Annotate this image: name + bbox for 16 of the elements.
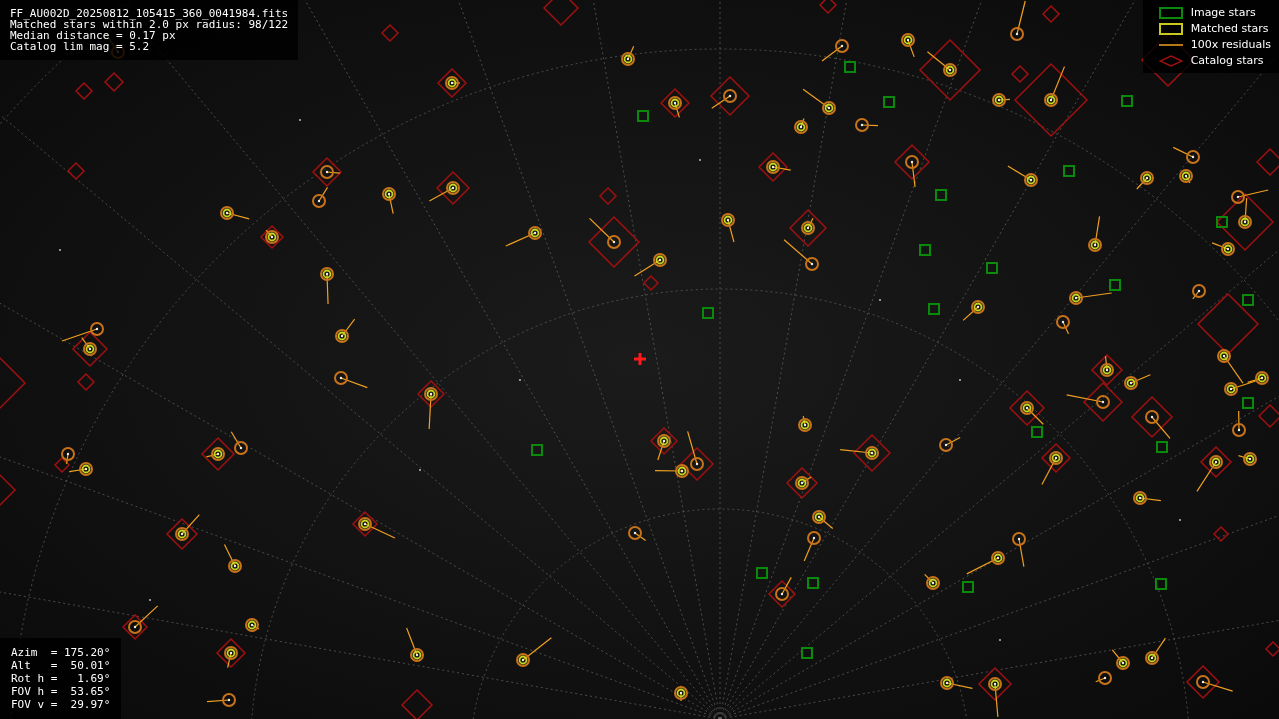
legend-label: Catalog stars [1190,54,1264,67]
pointing-text: Alt = 50.01° [11,659,111,672]
pointing-text: FOV h = 53.65° [11,685,111,698]
pointing-text: Azim = 175.20° [11,646,111,659]
diamond-icon [1158,54,1183,67]
legend-label: Matched stars [1190,22,1269,35]
pointing-text: Rot h = 1.69° [11,672,111,685]
info-text: Matched stars within 2.0 px radius: 98/122 [10,19,289,30]
pointing-text: FOV v = 29.97° [11,698,111,711]
matched-star-square-icon [1158,22,1183,35]
legend-label: 100x residuals [1190,38,1271,51]
image-star-square-icon [1158,6,1183,19]
info-text: Median distance = 0.17 px [10,30,176,41]
legend-label: Image stars [1190,6,1256,19]
info-text: FF_AU002D_20250812_105415_360_0041984.fits [10,8,289,19]
info-text: Catalog lim mag = 5.2 [10,41,151,52]
